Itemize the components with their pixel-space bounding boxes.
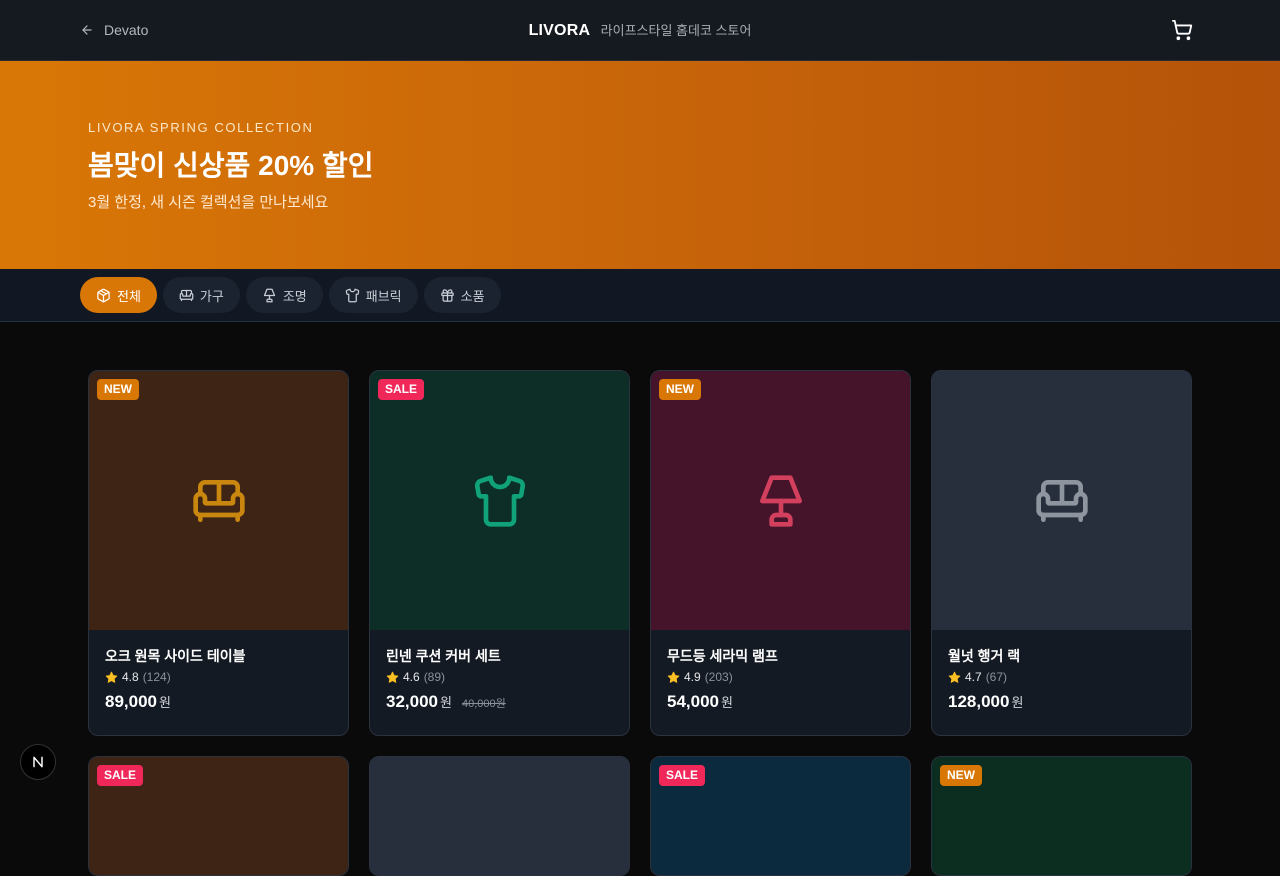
product-name: 무드등 세라믹 램프 [667, 648, 778, 664]
dev-tools-button[interactable] [20, 744, 56, 780]
category-tab-0[interactable]: 전체 [80, 277, 157, 313]
product-rating: 4.8 (124) [105, 670, 332, 684]
star-icon [105, 671, 118, 683]
product-price: 128,000 원 [948, 692, 1175, 712]
brand: LIVORA 라이프스타일 홈데코 스토어 [0, 20, 1280, 40]
product-info: 오크 원목 사이드 테이블 4.8 (124) 89,000 원 [89, 630, 348, 712]
box-icon [97, 288, 110, 302]
category-tab-label: 전체 [117, 288, 141, 304]
rating-score: 4.6 [403, 670, 420, 684]
category-tab-4[interactable]: 소품 [423, 277, 501, 313]
category-tabs: 전체 가구 조명 패브릭 소품 [80, 277, 501, 313]
product-image: NEW [651, 371, 910, 630]
product-image [932, 371, 1191, 630]
product-rating: 4.6 (89) [386, 670, 613, 684]
product-badge: NEW [97, 379, 139, 400]
product-card[interactable]: SALE [650, 756, 911, 876]
product-image: SALE [651, 757, 910, 875]
review-count: (124) [142, 670, 171, 684]
gift-icon [440, 288, 454, 302]
product-info: 월넛 행거 랙 4.7 (67) 128,000 원 [932, 630, 1191, 712]
product-price: 89,000 원 [105, 692, 332, 712]
star-icon [667, 671, 680, 683]
rating-score: 4.7 [965, 670, 982, 684]
product-card[interactable] [369, 756, 630, 876]
original-price: 40,000원 [461, 698, 506, 710]
n-logo-icon [33, 756, 43, 768]
category-tab-label: 조명 [282, 288, 307, 304]
product-name: 오크 원목 사이드 테이블 [105, 648, 246, 664]
sofa-icon [192, 479, 245, 522]
star-icon [948, 671, 961, 683]
product-image: NEW [89, 371, 348, 630]
product-badge: SALE [659, 765, 706, 786]
shirt-icon [474, 474, 525, 527]
price-amount: 128,000 [948, 692, 1010, 711]
price-currency: 원 [159, 695, 171, 710]
category-tab-2[interactable]: 조명 [245, 277, 323, 313]
price-currency: 원 [721, 695, 733, 710]
product-badge: NEW [940, 765, 982, 786]
rating-score: 4.9 [684, 670, 701, 684]
sofa-icon [1035, 479, 1088, 522]
lamp-icon [759, 474, 802, 527]
sofa-icon [179, 289, 194, 301]
review-count: (89) [423, 670, 446, 684]
product-badge: SALE [97, 765, 144, 786]
product-image [370, 757, 629, 875]
lamp-icon [263, 288, 275, 302]
product-image: NEW [932, 757, 1191, 875]
banner-subtitle: 3월 한정, 새 시즌 컬렉션을 만나보세요 [88, 194, 329, 211]
price-currency: 원 [1011, 695, 1024, 710]
review-count: (67) [985, 670, 1008, 684]
category-bar: 전체 가구 조명 패브릭 소품 [0, 269, 1280, 322]
brand-tagline: 라이프스타일 홈데코 스토어 [600, 23, 752, 38]
product-card[interactable]: SALE 린넨 쿠션 커버 세트 4.6 (89) 32,000 원 40,000원 [369, 370, 630, 736]
product-grid: NEW 오크 원목 사이드 테이블 4.8 (124) 89,000 원 SALE 린넨 쿠션… [88, 370, 1192, 876]
category-tab-1[interactable]: 가구 [162, 277, 240, 313]
price-amount: 89,000 [105, 692, 157, 711]
rating-score: 4.8 [122, 670, 139, 684]
product-info: 린넨 쿠션 커버 세트 4.6 (89) 32,000 원 40,000원 [370, 630, 629, 712]
cart-icon[interactable] [1171, 19, 1193, 41]
product-name: 월넛 행거 랙 [948, 648, 1021, 664]
product-badge: SALE [378, 379, 425, 400]
product-badge: NEW [659, 379, 701, 400]
star-icon [386, 671, 399, 683]
price-amount: 54,000 [667, 692, 719, 711]
product-card[interactable]: NEW [931, 756, 1192, 876]
top-navigation-bar: Devato LIVORA 라이프스타일 홈데코 스토어 [0, 0, 1280, 61]
category-tab-label: 소품 [460, 288, 485, 304]
product-card[interactable]: 월넛 행거 랙 4.7 (67) 128,000 원 [931, 370, 1192, 736]
price-amount: 32,000 [386, 692, 438, 711]
category-tab-label: 가구 [199, 288, 224, 304]
product-card[interactable]: NEW 오크 원목 사이드 테이블 4.8 (124) 89,000 원 [88, 370, 349, 736]
brand-name: LIVORA [528, 22, 591, 39]
banner-eyebrow: LIVORA SPRING COLLECTION [88, 120, 314, 135]
shirt-icon [345, 288, 359, 302]
banner-title: 봄맞이 신상품 20% 할인 [88, 150, 374, 181]
product-image: SALE [370, 371, 629, 630]
promo-banner: LIVORA SPRING COLLECTION 봄맞이 신상품 20% 할인 … [0, 61, 1280, 269]
product-name: 린넨 쿠션 커버 세트 [386, 648, 501, 664]
product-price: 54,000 원 [667, 692, 894, 712]
product-price: 32,000 원 40,000원 [386, 692, 613, 712]
product-card[interactable]: NEW 무드등 세라믹 램프 4.9 (203) 54,000 원 [650, 370, 911, 736]
product-rating: 4.7 (67) [948, 670, 1175, 684]
product-card[interactable]: SALE [88, 756, 349, 876]
price-currency: 원 [440, 695, 452, 710]
product-info: 무드등 세라믹 램프 4.9 (203) 54,000 원 [651, 630, 910, 712]
category-tab-label: 패브릭 [365, 288, 402, 304]
category-tab-3[interactable]: 패브릭 [328, 277, 418, 313]
product-rating: 4.9 (203) [667, 670, 894, 684]
review-count: (203) [704, 670, 733, 684]
product-image: SALE [89, 757, 348, 875]
